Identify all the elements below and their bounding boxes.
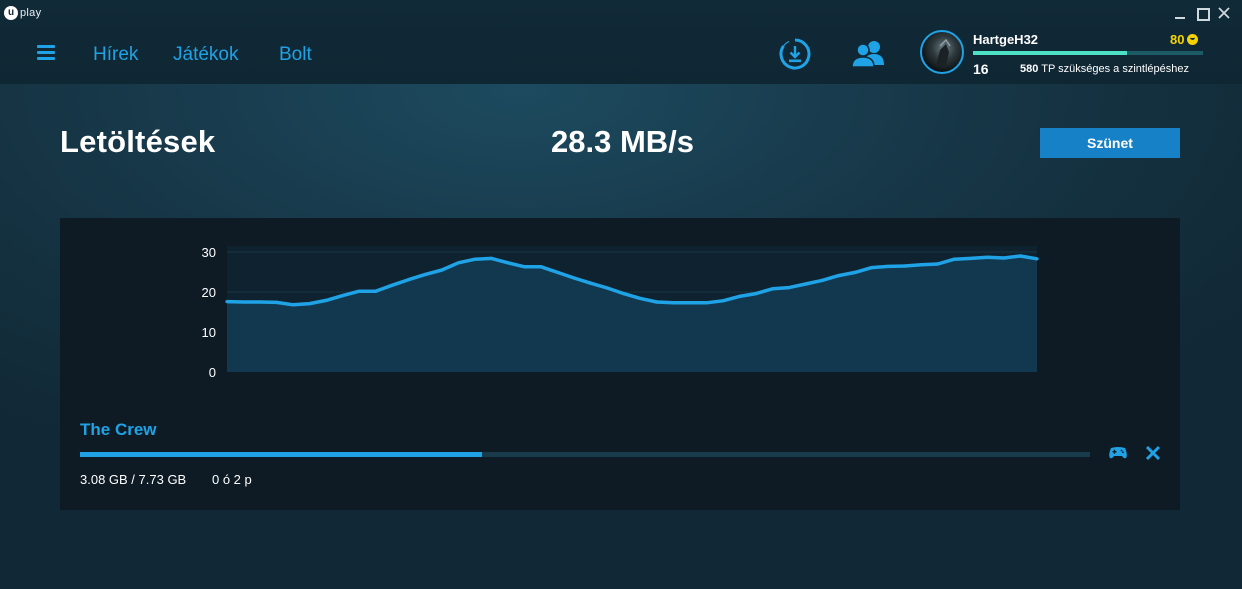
download-icon[interactable] [779,38,811,70]
speed-point [341,294,345,298]
speed-point [589,281,593,285]
pause-button[interactable]: Szünet [1040,128,1180,158]
speed-point [374,289,378,293]
speed-point [1018,254,1023,258]
coin-balance: 80 [1170,32,1199,47]
friends-icon[interactable] [850,39,886,69]
speed-point [870,266,874,270]
download-speed: 28.3 MB/s [551,124,695,159]
download-panel: 30 20 10 0 The Crew 3.08 GB / 7.73 GB 0 ó 2… [60,218,1180,510]
speed-point [539,265,543,269]
y-tick-label: 30 [202,245,216,260]
app-window: u play Hírek Játékok Bolt HartgeH32 80 1… [0,0,1242,589]
minimize-icon[interactable] [1172,5,1188,21]
speed-point [853,270,857,274]
game-title[interactable]: The Crew [80,420,157,440]
speed-point [473,257,477,261]
speed-point [1035,257,1039,261]
uplay-logo: u play [4,3,41,23]
speed-point [737,294,742,298]
speed-point [390,283,394,287]
xp-needed-label: TP szükséges a szintlépéshez [1041,63,1189,75]
y-tick-label: 0 [209,365,216,380]
speed-point [357,289,361,293]
speed-point [423,272,427,276]
speed-point [721,299,725,303]
speed-point [770,287,775,291]
speed-point [638,296,642,300]
speed-point [225,300,229,304]
nav-item-news[interactable]: Hírek [93,44,138,66]
speed-point [324,298,328,302]
logo-text: play [20,7,42,19]
page-title: Letöltések [60,124,216,159]
speed-point [522,265,527,269]
speed-point [291,303,295,307]
speed-point [754,292,758,296]
speed-point [886,264,890,268]
download-size: 3.08 GB / 7.73 GB [80,472,187,487]
speed-point [787,286,791,290]
coin-icon [1187,34,1199,45]
speed-point [903,264,907,268]
speed-point [622,292,626,296]
y-tick-label: 10 [202,325,216,340]
speed-point [572,276,576,280]
speed-point [489,256,494,260]
speed-point [936,262,940,266]
speed-point [671,301,675,305]
xp-needed-value: 580 [1020,63,1039,75]
speed-point [407,278,411,282]
username[interactable]: HartgeH32 [973,32,1038,47]
time-remaining: 0 ó 2 p [212,472,252,487]
maximize-icon[interactable] [1195,5,1211,21]
speed-point [952,257,956,261]
speed-point [803,282,808,286]
speed-point [837,274,841,278]
coin-count: 80 [1170,32,1185,47]
speed-point [258,300,262,304]
speed-point [274,300,279,304]
speed-point [440,268,444,272]
speed-point [506,261,510,265]
cancel-download-icon[interactable] [1144,444,1162,462]
close-icon[interactable] [1216,5,1232,21]
download-progress-fill [80,452,483,457]
xp-progress-bar [973,51,1203,55]
speed-point [556,270,560,274]
y-tick-label: 20 [202,285,216,300]
speed-point [605,286,609,290]
speed-point [969,256,973,260]
download-progress-bar [80,452,1090,457]
speed-point [655,300,659,304]
xp-progress-fill [973,51,1128,55]
download-speed-chart: 30 20 10 0 [202,245,1039,380]
xp-needed-text: 580 TP szükséges a szintlépéshez [1020,63,1189,75]
gamepad-icon[interactable] [1108,445,1128,461]
nav-item-shop[interactable]: Bolt [279,44,312,66]
speed-point [1002,256,1006,260]
speed-point [241,300,246,304]
speed-point [456,261,461,265]
logo-mark: u [4,6,18,20]
avatar[interactable] [920,30,964,74]
nav-item-games[interactable]: Játékok [173,44,238,66]
top-bar: u play Hírek Játékok Bolt HartgeH32 80 1… [0,0,1242,84]
speed-point [820,278,824,282]
speed-point [704,301,708,305]
speed-point [985,255,990,259]
speed-point [688,301,692,305]
user-level: 16 [973,61,989,77]
speed-point [308,302,312,306]
menu-icon[interactable] [37,45,55,61]
speed-point [919,263,923,267]
